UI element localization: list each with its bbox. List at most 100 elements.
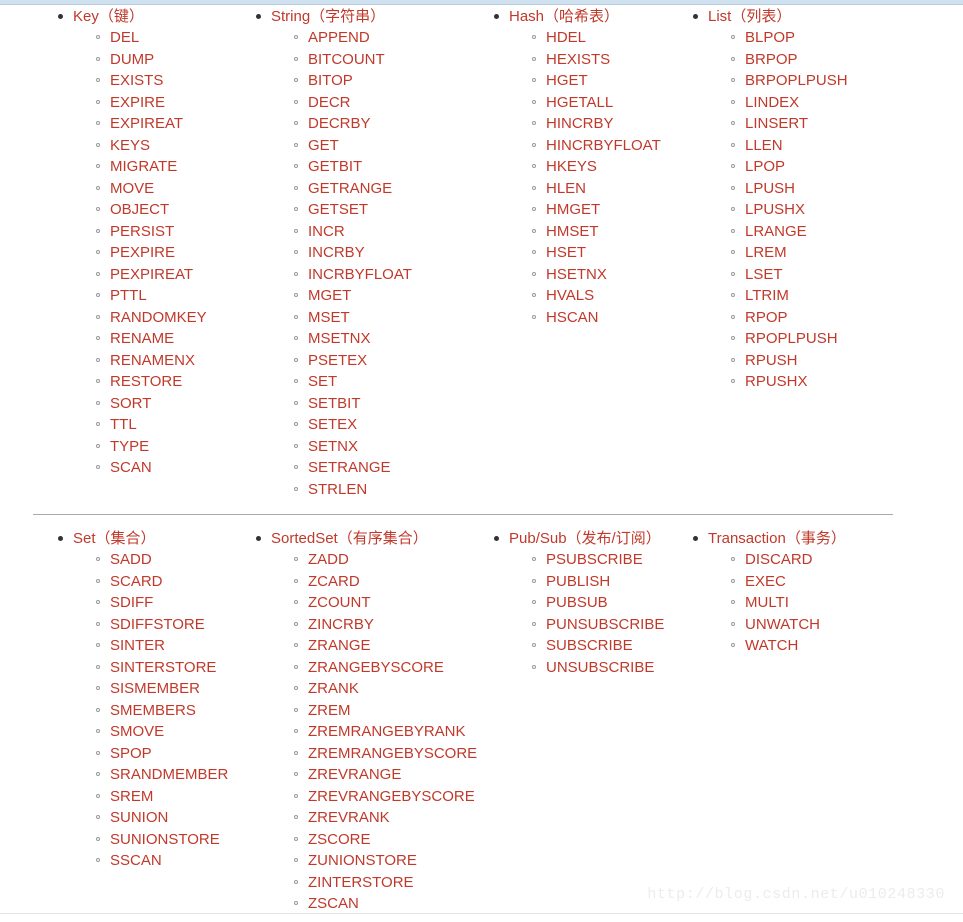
- command-link[interactable]: DECR: [256, 92, 482, 114]
- command-link[interactable]: RENAMENX: [58, 350, 253, 372]
- command-link[interactable]: HGETALL: [494, 92, 689, 114]
- command-link[interactable]: ZCARD: [256, 571, 482, 593]
- command-link[interactable]: ZINTERSTORE: [256, 872, 482, 894]
- command-link[interactable]: MGET: [256, 285, 482, 307]
- command-link[interactable]: MSETNX: [256, 328, 482, 350]
- command-link[interactable]: ZUNIONSTORE: [256, 850, 482, 872]
- command-link[interactable]: ZRANGE: [256, 635, 482, 657]
- command-link[interactable]: PEXPIRE: [58, 242, 253, 264]
- group-title[interactable]: SortedSet（有序集合）: [256, 528, 482, 549]
- command-link[interactable]: HINCRBY: [494, 113, 689, 135]
- command-link[interactable]: SINTERSTORE: [58, 657, 253, 679]
- command-link[interactable]: MOVE: [58, 178, 253, 200]
- command-link[interactable]: HLEN: [494, 178, 689, 200]
- command-link[interactable]: HKEYS: [494, 156, 689, 178]
- command-link[interactable]: ZRANGEBYSCORE: [256, 657, 482, 679]
- command-link[interactable]: GETSET: [256, 199, 482, 221]
- command-link[interactable]: ZREVRANGEBYSCORE: [256, 786, 482, 808]
- command-link[interactable]: DECRBY: [256, 113, 482, 135]
- command-link[interactable]: DUMP: [58, 49, 253, 71]
- command-link[interactable]: RPUSH: [693, 350, 893, 372]
- command-link[interactable]: ZREVRANGE: [256, 764, 482, 786]
- command-link[interactable]: DEL: [58, 27, 253, 49]
- group-title[interactable]: List（列表）: [693, 6, 893, 27]
- command-link[interactable]: LPUSHX: [693, 199, 893, 221]
- command-link[interactable]: LLEN: [693, 135, 893, 157]
- command-link[interactable]: DISCARD: [693, 549, 893, 571]
- command-link[interactable]: LSET: [693, 264, 893, 286]
- command-link[interactable]: HSETNX: [494, 264, 689, 286]
- command-link[interactable]: PUBLISH: [494, 571, 689, 593]
- command-link[interactable]: WATCH: [693, 635, 893, 657]
- command-link[interactable]: LTRIM: [693, 285, 893, 307]
- command-link[interactable]: APPEND: [256, 27, 482, 49]
- command-link[interactable]: ZRANK: [256, 678, 482, 700]
- command-link[interactable]: RESTORE: [58, 371, 253, 393]
- command-link[interactable]: ZREMRANGEBYSCORE: [256, 743, 482, 765]
- command-link[interactable]: PUBSUB: [494, 592, 689, 614]
- command-link[interactable]: LINSERT: [693, 113, 893, 135]
- command-link[interactable]: GETBIT: [256, 156, 482, 178]
- command-link[interactable]: PERSIST: [58, 221, 253, 243]
- command-link[interactable]: GET: [256, 135, 482, 157]
- command-link[interactable]: PSUBSCRIBE: [494, 549, 689, 571]
- command-link[interactable]: SISMEMBER: [58, 678, 253, 700]
- command-link[interactable]: SUBSCRIBE: [494, 635, 689, 657]
- command-link[interactable]: SDIFF: [58, 592, 253, 614]
- command-link[interactable]: HINCRBYFLOAT: [494, 135, 689, 157]
- group-title[interactable]: Set（集合）: [58, 528, 253, 549]
- command-link[interactable]: STRLEN: [256, 479, 482, 501]
- command-link[interactable]: EXISTS: [58, 70, 253, 92]
- command-link[interactable]: INCRBY: [256, 242, 482, 264]
- command-link[interactable]: SSCAN: [58, 850, 253, 872]
- command-link[interactable]: HDEL: [494, 27, 689, 49]
- command-link[interactable]: SADD: [58, 549, 253, 571]
- command-link[interactable]: ZADD: [256, 549, 482, 571]
- command-link[interactable]: MSET: [256, 307, 482, 329]
- command-link[interactable]: BITOP: [256, 70, 482, 92]
- command-link[interactable]: LINDEX: [693, 92, 893, 114]
- command-link[interactable]: BLPOP: [693, 27, 893, 49]
- command-link[interactable]: MIGRATE: [58, 156, 253, 178]
- command-link[interactable]: LRANGE: [693, 221, 893, 243]
- command-link[interactable]: MULTI: [693, 592, 893, 614]
- command-link[interactable]: HEXISTS: [494, 49, 689, 71]
- command-link[interactable]: SETNX: [256, 436, 482, 458]
- command-link[interactable]: ZREMRANGEBYRANK: [256, 721, 482, 743]
- command-link[interactable]: ZREVRANK: [256, 807, 482, 829]
- command-link[interactable]: OBJECT: [58, 199, 253, 221]
- command-link[interactable]: PEXPIREAT: [58, 264, 253, 286]
- group-title[interactable]: Transaction（事务）: [693, 528, 893, 549]
- group-title[interactable]: Key（键）: [58, 6, 253, 27]
- command-link[interactable]: RPUSHX: [693, 371, 893, 393]
- command-link[interactable]: SRANDMEMBER: [58, 764, 253, 786]
- command-link[interactable]: PSETEX: [256, 350, 482, 372]
- command-link[interactable]: HMSET: [494, 221, 689, 243]
- command-link[interactable]: HMGET: [494, 199, 689, 221]
- command-link[interactable]: RANDOMKEY: [58, 307, 253, 329]
- command-link[interactable]: RPOP: [693, 307, 893, 329]
- command-link[interactable]: SORT: [58, 393, 253, 415]
- command-link[interactable]: PTTL: [58, 285, 253, 307]
- command-link[interactable]: SET: [256, 371, 482, 393]
- command-link[interactable]: SUNIONSTORE: [58, 829, 253, 851]
- command-link[interactable]: RENAME: [58, 328, 253, 350]
- command-link[interactable]: SINTER: [58, 635, 253, 657]
- command-link[interactable]: BRPOPLPUSH: [693, 70, 893, 92]
- command-link[interactable]: GETRANGE: [256, 178, 482, 200]
- group-title[interactable]: Pub/Sub（发布/订阅）: [494, 528, 689, 549]
- command-link[interactable]: ZREM: [256, 700, 482, 722]
- command-link[interactable]: HSET: [494, 242, 689, 264]
- command-link[interactable]: KEYS: [58, 135, 253, 157]
- command-link[interactable]: SETBIT: [256, 393, 482, 415]
- command-link[interactable]: EXPIRE: [58, 92, 253, 114]
- command-link[interactable]: UNWATCH: [693, 614, 893, 636]
- command-link[interactable]: HSCAN: [494, 307, 689, 329]
- command-link[interactable]: EXPIREAT: [58, 113, 253, 135]
- command-link[interactable]: INCR: [256, 221, 482, 243]
- group-title[interactable]: Hash（哈希表）: [494, 6, 689, 27]
- command-link[interactable]: TTL: [58, 414, 253, 436]
- command-link[interactable]: SUNION: [58, 807, 253, 829]
- command-link[interactable]: SREM: [58, 786, 253, 808]
- command-link[interactable]: TYPE: [58, 436, 253, 458]
